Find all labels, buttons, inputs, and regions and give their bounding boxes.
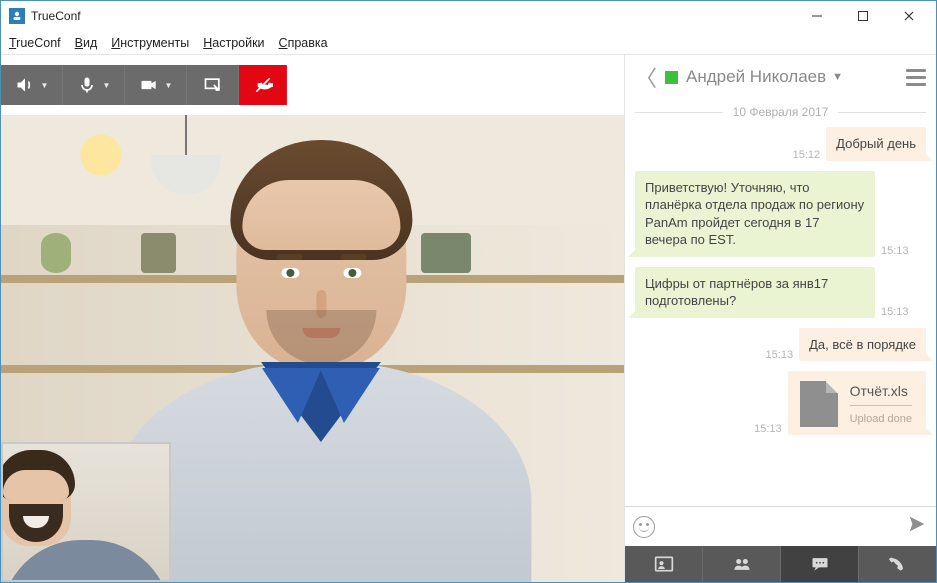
tab-contacts[interactable] <box>625 546 702 582</box>
chat-menu-button[interactable] <box>906 69 926 86</box>
tab-call[interactable] <box>859 546 936 582</box>
window-titlebar: TrueConf <box>1 1 936 31</box>
menu-app[interactable]: TTrueConfrueConf <box>9 36 61 50</box>
file-status: Upload done <box>850 412 912 427</box>
menu-settings[interactable]: НастройкиНастройки <box>203 36 264 50</box>
window-close-button[interactable] <box>886 1 932 31</box>
message-time: 15:13 <box>766 349 794 361</box>
message-bubble[interactable]: Цифры от партнёров за янв17 подготовлены… <box>635 267 875 318</box>
tab-group[interactable] <box>703 546 780 582</box>
date-separator: 10 Февраля 2017 <box>635 105 926 119</box>
self-view[interactable] <box>1 442 171 582</box>
share-screen-button[interactable] <box>187 65 239 105</box>
message-out: 15:12 Добрый день <box>635 127 926 161</box>
chat-panel: 〈 Андрей Николаев ▼ 10 Февраля 2017 15:1… <box>624 55 936 582</box>
camera-button[interactable]: ▼ <box>125 65 187 105</box>
window-minimize-button[interactable] <box>794 1 840 31</box>
file-attachment[interactable]: Отчёт.xls Upload done <box>788 371 926 435</box>
message-out: 15:13 Да, всё в порядке <box>635 328 926 362</box>
message-input[interactable] <box>655 519 906 535</box>
message-bubble[interactable]: Приветствую! Уточняю, что планёрка отдел… <box>635 171 875 257</box>
message-bubble[interactable]: Да, всё в порядке <box>799 328 926 362</box>
back-icon[interactable]: 〈 <box>635 61 657 93</box>
message-in: Цифры от партнёров за янв17 подготовлены… <box>635 267 926 318</box>
end-call-button[interactable] <box>239 65 287 105</box>
chat-messages: 10 Февраля 2017 15:12 Добрый день Привет… <box>625 99 936 506</box>
bottom-tabs <box>625 546 936 582</box>
presence-indicator <box>665 71 678 84</box>
window-title: TrueConf <box>31 9 794 23</box>
microphone-button[interactable]: ▼ <box>63 65 125 105</box>
send-button[interactable] <box>906 513 928 540</box>
chat-contact-name[interactable]: Андрей Николаев <box>686 67 826 87</box>
menubar: TTrueConfrueConf ВидВид ИнструментыИнстр… <box>1 31 936 55</box>
message-file: 15:13 Отчёт.xls Upload done <box>635 371 926 435</box>
message-bubble[interactable]: Добрый день <box>826 127 926 161</box>
emoji-button[interactable] <box>633 516 655 538</box>
app-icon <box>9 8 25 24</box>
message-time: 15:13 <box>754 423 782 435</box>
message-time: 15:12 <box>793 149 821 161</box>
main-video[interactable] <box>1 115 624 582</box>
chat-header: 〈 Андрей Николаев ▼ <box>625 55 936 99</box>
chevron-down-icon[interactable]: ▼ <box>832 71 843 83</box>
message-time: 15:13 <box>881 306 909 318</box>
call-toolbar: ▼ ▼ ▼ <box>1 65 287 109</box>
remote-participant <box>111 150 531 582</box>
tab-chat[interactable] <box>781 546 858 582</box>
speaker-button[interactable]: ▼ <box>1 65 63 105</box>
file-icon <box>800 381 838 427</box>
message-in: Приветствую! Уточняю, что планёрка отдел… <box>635 171 926 257</box>
menu-help[interactable]: СправкаСправка <box>279 36 328 50</box>
message-time: 15:13 <box>881 245 909 257</box>
file-name: Отчёт.xls <box>850 382 912 406</box>
video-pane: ▼ ▼ ▼ <box>1 55 624 582</box>
menu-tools[interactable]: ИнструментыИнструменты <box>111 36 189 50</box>
menu-view[interactable]: ВидВид <box>75 36 98 50</box>
chat-input-bar <box>625 506 936 546</box>
window-maximize-button[interactable] <box>840 1 886 31</box>
